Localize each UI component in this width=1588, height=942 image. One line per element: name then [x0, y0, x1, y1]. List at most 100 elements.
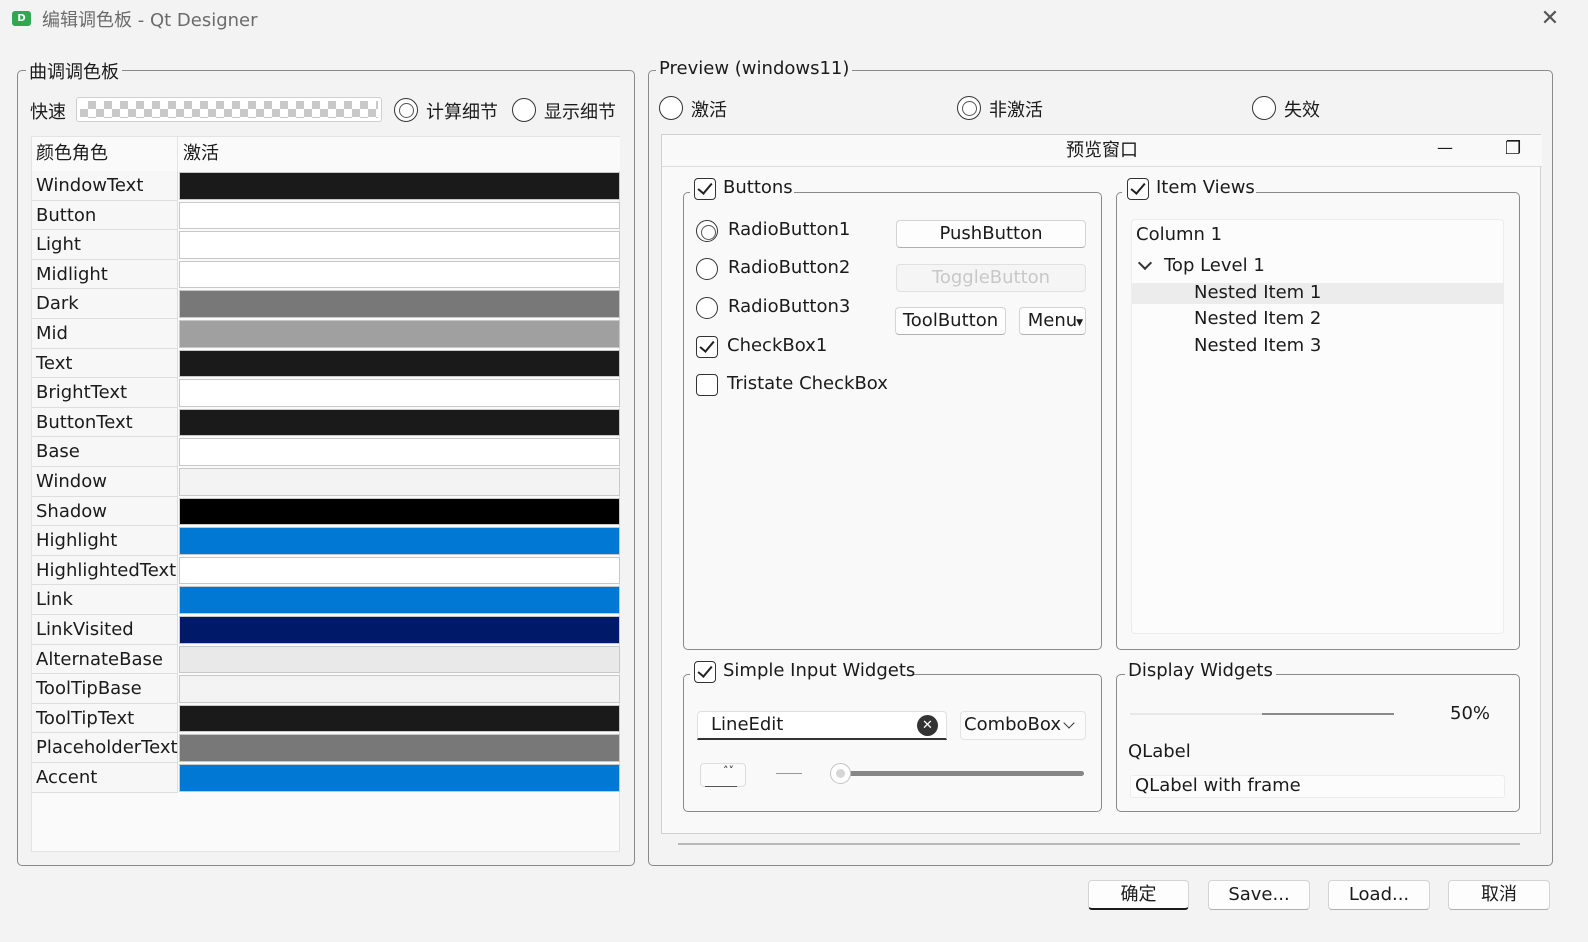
palette-role-name: ToolTipText [32, 703, 178, 734]
color-swatch-button[interactable] [179, 379, 620, 407]
palette-row[interactable]: ToolTipText [32, 703, 620, 734]
tree-nested-item-1[interactable]: Nested Item 1 [1194, 282, 1321, 303]
tristate-checkbox-label[interactable]: Tristate CheckBox [727, 373, 888, 394]
color-swatch-button[interactable] [179, 675, 620, 703]
color-swatch-button[interactable] [179, 260, 620, 289]
color-swatch-button[interactable] [179, 408, 620, 437]
close-button[interactable]: ✕ [1533, 4, 1567, 34]
palette-row[interactable]: Button [32, 200, 620, 231]
color-swatch-button[interactable] [179, 172, 620, 200]
restore-icon[interactable]: ❐ [1505, 138, 1521, 159]
show-details-label[interactable]: 显示细节 [544, 98, 616, 124]
palette-row[interactable]: AlternateBase [32, 644, 620, 675]
color-swatch-button[interactable] [179, 231, 620, 259]
color-swatch-button[interactable] [179, 616, 620, 644]
palette-row[interactable]: Shadow [32, 496, 620, 527]
input-widgets-checkbox[interactable] [694, 661, 716, 683]
show-details-radio[interactable] [512, 98, 536, 122]
palette-row[interactable]: Text [32, 348, 620, 379]
horizontal-slider[interactable] [830, 763, 1084, 785]
palette-table[interactable]: 颜色角色 激活 WindowText Button Light Midlight Dar… [31, 136, 620, 852]
clear-icon[interactable]: ✕ [917, 715, 938, 736]
tree-column-header[interactable]: Column 1 [1136, 224, 1222, 245]
line-edit-text: LineEdit [711, 714, 784, 735]
slider-handle[interactable] [830, 763, 851, 784]
palette-row[interactable]: Window [32, 467, 620, 497]
palette-row[interactable]: WindowText [32, 171, 620, 201]
color-swatch-button[interactable] [179, 645, 620, 674]
mode-inactive-label[interactable]: 非激活 [989, 96, 1043, 122]
palette-row[interactable]: Highlight [32, 526, 620, 556]
palette-row[interactable]: Mid [32, 319, 620, 349]
qlabel-frame-text: QLabel with frame [1135, 775, 1301, 796]
color-swatch-button[interactable] [179, 704, 620, 733]
buttons-group-title: Buttons [723, 177, 793, 198]
color-swatch-button[interactable] [179, 320, 620, 348]
compute-details-radio[interactable] [394, 98, 418, 122]
radiobutton3-label[interactable]: RadioButton3 [728, 296, 850, 317]
tree-top-level[interactable]: Top Level 1 [1164, 255, 1265, 276]
dial-line[interactable] [776, 773, 802, 774]
palette-row[interactable]: Accent [32, 763, 620, 793]
palette-row[interactable]: BrightText [32, 378, 620, 408]
radiobutton2[interactable] [696, 258, 718, 280]
palette-row[interactable]: Link [32, 585, 620, 615]
color-swatch-button[interactable] [179, 497, 620, 526]
mode-active-radio[interactable] [659, 96, 683, 120]
tristate-checkbox[interactable] [696, 374, 718, 396]
radiobutton3[interactable] [696, 297, 718, 319]
radiobutton1[interactable] [696, 220, 718, 242]
mode-inactive-radio[interactable] [957, 96, 981, 120]
horizontal-scrollbar[interactable] [678, 843, 1520, 845]
palette-row[interactable]: Base [32, 437, 620, 467]
minimize-icon[interactable]: — [1437, 138, 1453, 157]
radiobutton1-label[interactable]: RadioButton1 [728, 219, 850, 240]
push-button[interactable]: PushButton [896, 220, 1086, 248]
tool-button[interactable]: ToolButton [895, 307, 1006, 335]
palette-row[interactable]: HighlightedText [32, 555, 620, 586]
line-edit[interactable]: LineEdit ✕ [697, 711, 947, 740]
palette-row[interactable]: ButtonText [32, 407, 620, 438]
cancel-button[interactable]: 取消 [1448, 880, 1550, 910]
color-swatch-button[interactable] [179, 734, 620, 762]
color-swatch-button[interactable] [179, 764, 620, 792]
item-views-checkbox[interactable] [1127, 178, 1149, 200]
buttons-group-checkbox[interactable] [694, 178, 716, 200]
header-active[interactable]: 激活 [179, 137, 620, 171]
mode-disabled-label[interactable]: 失效 [1284, 96, 1320, 122]
palette-row[interactable]: Midlight [32, 259, 620, 290]
save-button[interactable]: Save... [1208, 880, 1310, 910]
palette-role-name: Midlight [32, 259, 178, 290]
palette-row[interactable]: Dark [32, 289, 620, 319]
color-swatch-button[interactable] [179, 349, 620, 378]
mode-disabled-radio[interactable] [1252, 96, 1276, 120]
color-swatch-button[interactable] [179, 468, 620, 496]
quick-color-button[interactable] [76, 97, 382, 122]
chevron-down-icon[interactable] [1137, 255, 1153, 271]
header-color-role[interactable]: 颜色角色 [32, 137, 178, 171]
palette-row[interactable]: Light [32, 230, 620, 260]
color-swatch-button[interactable] [179, 527, 620, 555]
mode-active-label[interactable]: 激活 [691, 96, 727, 122]
ok-button[interactable]: 确定 [1088, 880, 1189, 910]
checkbox1[interactable] [696, 336, 718, 358]
tree-nested-item-3[interactable]: Nested Item 3 [1194, 335, 1321, 356]
radiobutton2-label[interactable]: RadioButton2 [728, 257, 850, 278]
toggle-button[interactable]: ToggleButton [896, 264, 1086, 292]
spin-box[interactable]: ˄˅ [700, 763, 746, 787]
tree-nested-item-2[interactable]: Nested Item 2 [1194, 308, 1321, 329]
color-swatch-button[interactable] [179, 201, 620, 230]
combo-box[interactable]: ComboBox [960, 711, 1086, 740]
color-swatch-button[interactable] [179, 586, 620, 614]
color-swatch-button[interactable] [179, 290, 620, 318]
palette-row[interactable]: ToolTipBase [32, 674, 620, 704]
tree-view[interactable]: Column 1 Top Level 1 Nested Item 1 Neste… [1131, 219, 1504, 634]
checkbox1-label[interactable]: CheckBox1 [727, 335, 827, 356]
menu-button[interactable]: Menu ▼ [1019, 307, 1086, 335]
compute-details-label[interactable]: 计算细节 [426, 98, 498, 124]
color-swatch-button[interactable] [179, 556, 620, 585]
palette-row[interactable]: LinkVisited [32, 615, 620, 645]
palette-row[interactable]: PlaceholderText [32, 733, 620, 763]
color-swatch-button[interactable] [179, 438, 620, 466]
load-button[interactable]: Load... [1328, 880, 1430, 910]
